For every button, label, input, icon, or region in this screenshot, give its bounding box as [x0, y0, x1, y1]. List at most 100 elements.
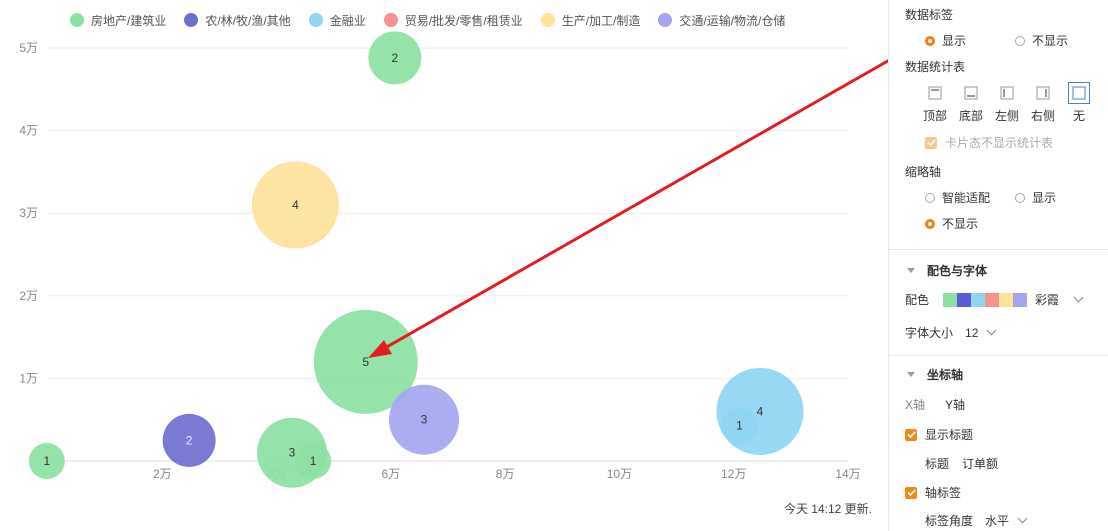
position-label: 顶部: [922, 109, 947, 123]
bubble-label: 1: [310, 454, 317, 468]
axis-header[interactable]: 坐标轴: [907, 366, 963, 383]
checkbox-label: 显示标题: [925, 428, 974, 442]
angle-value: 水平: [985, 514, 1010, 528]
layout-top-icon: [924, 82, 946, 104]
swatch: [971, 292, 986, 307]
tab-x-axis[interactable]: X轴: [905, 396, 925, 413]
thumb-axis-title: 缩略轴: [905, 165, 942, 179]
x-tick-label: 6万: [382, 467, 401, 481]
annotation-arrow: [377, 36, 929, 354]
radio-show-axis[interactable]: 显示: [1015, 189, 1056, 206]
stat-table-positions: 顶部 底部 左侧 右侧 无: [917, 82, 1097, 124]
x-tick-label: 2万: [153, 467, 172, 481]
radio-label: 显示: [942, 34, 967, 48]
x-tick-label: 10万: [607, 467, 632, 481]
bubble-label: 4: [292, 198, 299, 212]
bubble-label: 5: [362, 355, 369, 369]
radio-icon: [1015, 35, 1025, 46]
radio-hide-axis[interactable]: 不显示: [925, 215, 978, 232]
label-angle-select[interactable]: 标签角度 水平: [925, 512, 1028, 529]
position-label: 右侧: [1030, 109, 1055, 123]
swatch: [1013, 292, 1028, 307]
checkbox-checked-icon: [905, 428, 917, 441]
update-time: 今天 14:12 更新.: [783, 502, 872, 516]
checkbox-label: 轴标签: [925, 486, 962, 500]
swatch: [985, 292, 1000, 307]
layout-bottom-icon: [960, 82, 982, 104]
group-title: 坐标轴: [927, 368, 964, 382]
checkbox-label: 卡片态不显示统计表: [945, 136, 1054, 150]
palette-name: 彩霞: [1035, 293, 1060, 307]
card-hide-checkbox[interactable]: 卡片态不显示统计表: [925, 134, 1053, 151]
axis-title-label: 标题: [925, 457, 950, 471]
caret-down-icon: [907, 268, 915, 273]
position-label: 无: [1072, 109, 1085, 123]
palette-label: 配色: [905, 293, 930, 307]
bubble-label: 1: [44, 454, 51, 468]
color-font-header[interactable]: 配色与字体: [907, 262, 987, 279]
axis-title-value[interactable]: 订单额: [962, 455, 998, 472]
radio-smart-fit[interactable]: 智能适配: [925, 189, 990, 206]
radio-icon: [925, 192, 935, 203]
position-left[interactable]: 左侧: [989, 82, 1025, 124]
palette-select[interactable]: 配色 彩霞: [905, 291, 1084, 308]
position-label: 底部: [958, 109, 983, 123]
layout-right-icon: [1032, 82, 1054, 104]
radio-label: 不显示: [942, 217, 979, 231]
radio-icon: [1015, 192, 1025, 203]
axis-label-checkbox[interactable]: 轴标签: [905, 484, 961, 501]
checkbox-checked-icon: [925, 136, 937, 149]
y-tick-label: 3万: [19, 206, 38, 220]
x-tick-label: 8万: [496, 467, 515, 481]
font-size-select[interactable]: 字体大小 12: [905, 324, 997, 341]
position-none[interactable]: 无: [1061, 82, 1097, 124]
swatch: [943, 292, 958, 307]
y-tick-label: 1万: [19, 371, 38, 385]
radio-show-label[interactable]: 显示: [925, 32, 966, 49]
radio-hide-label[interactable]: 不显示: [1015, 32, 1068, 49]
font-size-label: 字体大小: [905, 326, 954, 340]
chart-area: 房地产/建筑业 农/林/牧/渔/其他 金融业 贸易/批发/零售/租赁业 生产/加…: [0, 0, 929, 531]
position-top[interactable]: 顶部: [917, 82, 953, 124]
y-tick-label: 5万: [19, 41, 38, 55]
group-title: 配色与字体: [927, 264, 988, 278]
bubble-label: 2: [392, 51, 399, 65]
chevron-down-icon: [1073, 292, 1084, 303]
data-label-title: 数据标签: [905, 8, 954, 22]
radio-checked-icon: [925, 35, 935, 46]
y-tick-label: 4万: [19, 124, 38, 138]
y-tick-label: 2万: [19, 289, 38, 303]
palette-swatches: [943, 292, 1028, 307]
radio-label: 显示: [1032, 191, 1057, 205]
radio-label: 不显示: [1032, 34, 1069, 48]
divider: [889, 355, 1108, 356]
stat-table-title: 数据统计表: [905, 60, 966, 74]
bubble-label: 3: [289, 446, 296, 460]
swatch: [999, 292, 1014, 307]
position-right[interactable]: 右侧: [1025, 82, 1061, 124]
settings-panel: 数据标签 显示 不显示 数据统计表 顶部 底部 左侧 右侧 无 卡片态不显示统计…: [888, 0, 1108, 531]
angle-label: 标签角度: [925, 514, 974, 528]
x-tick-label: 12万: [721, 467, 746, 481]
chevron-down-icon: [986, 325, 997, 336]
divider: [889, 249, 1108, 250]
layout-left-icon: [996, 82, 1018, 104]
bubble-label: 4: [757, 404, 764, 418]
swatch: [957, 292, 972, 307]
caret-down-icon: [907, 372, 915, 377]
font-size-value: 12: [965, 325, 979, 340]
show-title-checkbox[interactable]: 显示标题: [905, 426, 973, 443]
radio-label: 智能适配: [942, 191, 991, 205]
layout-none-icon: [1068, 82, 1090, 104]
bubble-label: 2: [186, 433, 193, 447]
bubble-plot: 1万2万3万4万5万2万4万6万8万10万12万14万1231425341: [19, 31, 929, 488]
bubble-label: 3: [421, 413, 428, 427]
tab-y-axis[interactable]: Y轴: [945, 396, 965, 413]
bubble-label: 1: [736, 418, 743, 432]
position-bottom[interactable]: 底部: [953, 82, 989, 124]
x-tick-label: 14万: [835, 467, 860, 481]
position-label: 左侧: [994, 109, 1019, 123]
checkbox-checked-icon: [905, 486, 917, 499]
radio-checked-icon: [925, 218, 935, 229]
chevron-down-icon: [1017, 513, 1028, 524]
